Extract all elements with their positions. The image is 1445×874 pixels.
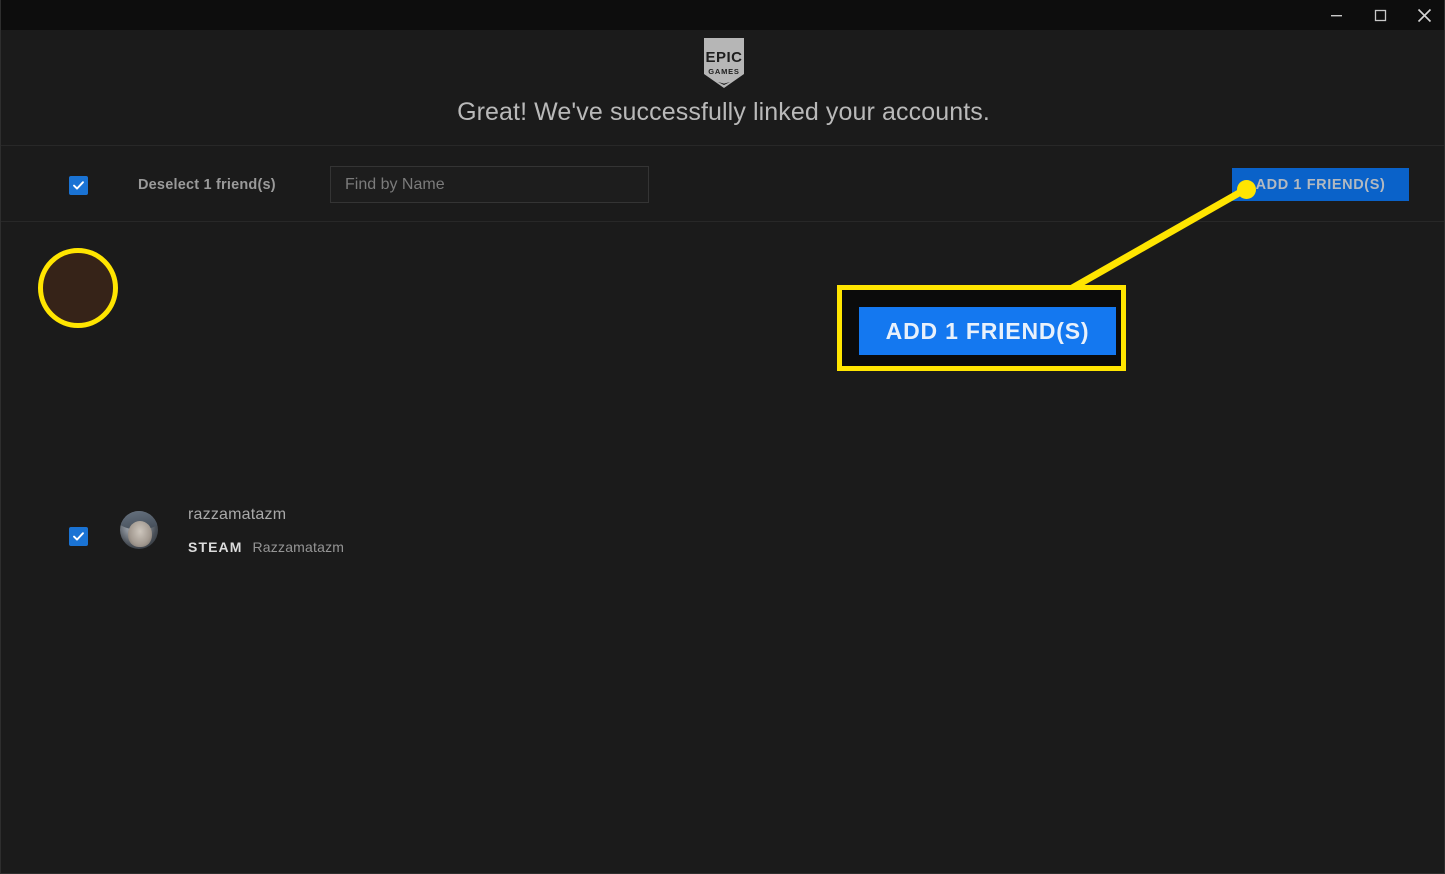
minimize-button[interactable] (1314, 0, 1358, 30)
deselect-friends-label: Deselect 1 friend(s) (138, 177, 276, 193)
friend-platform-label: STEAM (188, 539, 243, 555)
friend-display-name: razzamatazm (188, 506, 287, 523)
avatar-image-detail (128, 521, 152, 547)
find-friend-search[interactable] (330, 166, 649, 203)
close-button[interactable] (1402, 0, 1444, 30)
friend-platform-row: STEAM Razzamatazm (188, 539, 344, 555)
svg-text:GAMES: GAMES (708, 67, 740, 76)
friend-platform-name: Razzamatazm (252, 539, 345, 555)
epic-games-logo-icon: EPIC GAMES (702, 36, 746, 90)
add-friends-button[interactable]: ADD 1 FRIEND(S) (1232, 168, 1409, 201)
header: EPIC GAMES Great! We've successfully lin… (1, 30, 1444, 146)
maximize-button[interactable] (1358, 0, 1402, 30)
friend-avatar (120, 511, 158, 549)
svg-text:EPIC: EPIC (705, 49, 742, 66)
friend-list-item[interactable]: razzamatazm STEAM Razzamatazm (1, 248, 1444, 555)
search-input[interactable] (330, 166, 649, 203)
close-icon (1417, 8, 1432, 23)
minimize-icon (1330, 9, 1343, 22)
page-title: Great! We've successfully linked your ac… (457, 98, 990, 126)
checkmark-icon (72, 530, 85, 543)
friend-checkbox[interactable] (69, 527, 88, 546)
window-titlebar (1, 0, 1444, 30)
maximize-icon (1374, 9, 1387, 22)
epic-games-account-link-window: EPIC GAMES Great! We've successfully lin… (0, 0, 1445, 874)
checkmark-icon (72, 179, 85, 192)
select-all-checkbox[interactable] (69, 176, 88, 195)
